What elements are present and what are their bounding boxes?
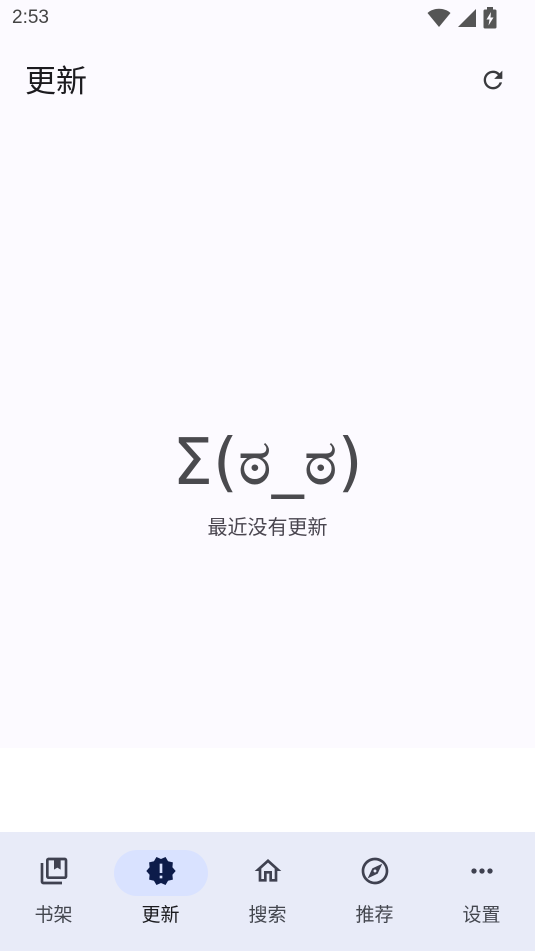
nav-label-search: 搜索 <box>248 904 287 926</box>
nav-indicator <box>7 850 101 896</box>
status-icons <box>427 7 497 29</box>
refresh-icon <box>479 66 507 98</box>
bookshelf-icon <box>38 855 70 891</box>
battery-charging-icon <box>483 7 497 29</box>
signal-icon <box>457 8 477 28</box>
top-app-bar: 更新 <box>0 50 535 114</box>
nav-item-recommend[interactable]: 推荐 <box>321 832 428 951</box>
empty-state: Σ(ಠ_ಠ) 最近没有更新 <box>0 415 535 541</box>
empty-state-message: 最近没有更新 <box>207 515 328 539</box>
nav-label-updates: 更新 <box>141 904 180 926</box>
nav-label-settings: 设置 <box>462 904 501 926</box>
nav-item-updates[interactable]: 更新 <box>107 832 214 951</box>
nav-item-bookshelf[interactable]: 书架 <box>0 832 107 951</box>
nav-indicator <box>221 850 315 896</box>
refresh-button[interactable] <box>473 62 513 102</box>
status-time: 2:53 <box>12 7 49 28</box>
wifi-icon <box>427 8 451 28</box>
more-horiz-icon <box>466 855 498 891</box>
status-bar: 2:53 <box>0 0 535 38</box>
compass-icon <box>359 855 391 891</box>
nav-label-bookshelf: 书架 <box>34 904 73 926</box>
page-title: 更新 <box>25 64 87 100</box>
home-icon <box>252 855 284 891</box>
nav-indicator-active <box>113 850 208 896</box>
nav-indicator <box>328 850 422 896</box>
bottom-navigation: 书架 更新 搜索 推荐 设置 <box>0 832 535 951</box>
new-releases-icon <box>145 855 177 891</box>
empty-state-emoticon: Σ(ಠ_ಠ) <box>172 426 363 500</box>
nav-item-search[interactable]: 搜索 <box>214 832 321 951</box>
nav-label-recommend: 推荐 <box>355 904 394 926</box>
nav-indicator <box>435 850 529 896</box>
nav-item-settings[interactable]: 设置 <box>428 832 535 951</box>
